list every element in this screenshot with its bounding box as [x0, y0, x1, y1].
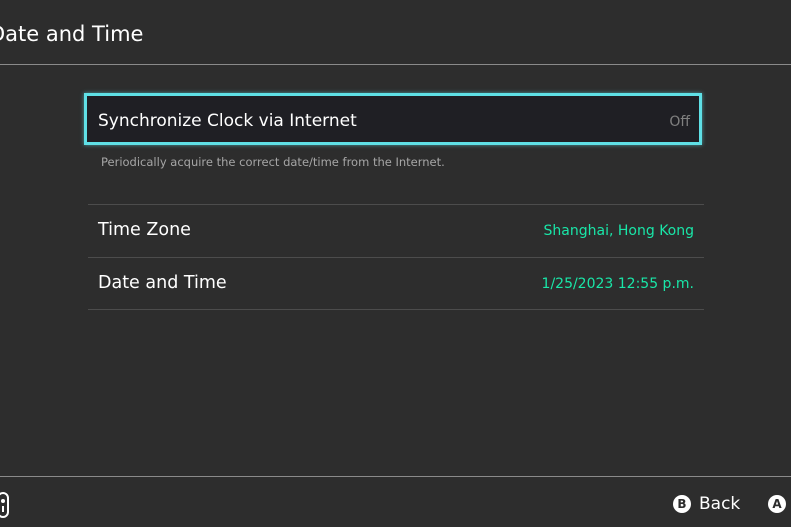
time-zone-setting[interactable]: Time Zone Shanghai, Hong Kong — [88, 205, 704, 257]
date-time-setting[interactable]: Date and Time 1/25/2023 12:55 p.m. — [88, 258, 704, 310]
b-button-icon: B — [673, 495, 691, 513]
header-divider — [0, 64, 791, 65]
sync-clock-description: Periodically acquire the correct date/ti… — [101, 155, 445, 169]
a-button-icon: A — [768, 495, 786, 513]
sync-clock-value: Off — [669, 114, 690, 130]
header-bar: Date and Time — [0, 0, 791, 64]
back-button-label: Back — [699, 494, 741, 514]
row-divider — [88, 309, 704, 310]
page-title: Date and Time — [0, 22, 144, 46]
date-time-value: 1/25/2023 12:55 p.m. — [541, 276, 694, 292]
sync-clock-label: Synchronize Clock via Internet — [98, 111, 357, 131]
time-zone-value: Shanghai, Hong Kong — [543, 223, 694, 239]
back-button[interactable]: B Back — [673, 492, 740, 516]
controller-icon — [0, 492, 9, 518]
date-time-label: Date and Time — [98, 273, 227, 293]
time-zone-label: Time Zone — [98, 220, 191, 240]
ok-button[interactable]: A — [768, 492, 786, 516]
footer-divider — [0, 476, 791, 477]
sync-clock-setting[interactable]: Synchronize Clock via Internet Off — [84, 93, 702, 145]
